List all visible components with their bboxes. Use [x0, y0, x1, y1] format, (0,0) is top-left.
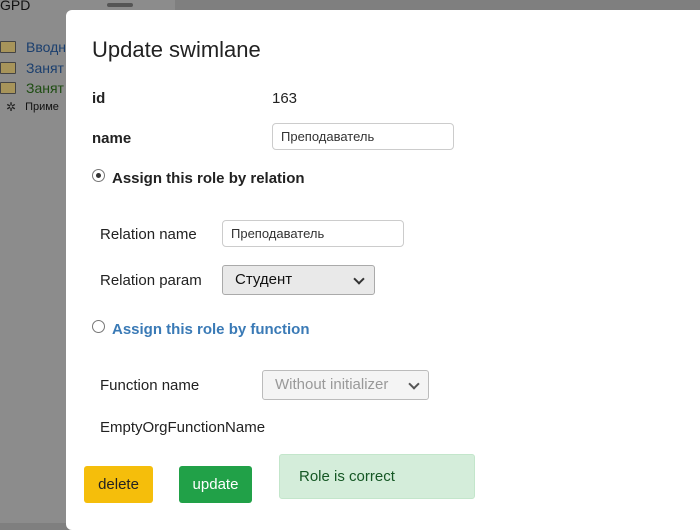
relation-param-select[interactable]: Студент [222, 265, 375, 295]
relation-param-value: Студент [235, 271, 293, 288]
gear-icon: ✲ [6, 100, 17, 114]
function-value-text: EmptyOrgFunctionName [100, 419, 266, 436]
relation-name-label: Relation name [100, 226, 197, 243]
app-title: GPD [0, 0, 31, 13]
relation-name-input[interactable]: Преподаватель [222, 220, 404, 247]
tree-item: ✲ Приме [6, 100, 59, 114]
drag-handle [107, 3, 133, 7]
relation-radio[interactable] [92, 169, 105, 182]
tree-item-label: Приме [25, 101, 59, 113]
relation-param-label: Relation param [100, 272, 202, 289]
chevron-down-icon [408, 378, 420, 390]
delete-button[interactable]: delete [84, 466, 153, 503]
tree-item: Занят [0, 60, 64, 76]
function-name-select[interactable]: Without initializer [262, 370, 429, 400]
tree-item: Занят [0, 80, 64, 96]
chevron-down-icon [353, 273, 365, 285]
function-radio-label[interactable]: Assign this role by function [112, 321, 310, 338]
function-radio[interactable] [92, 320, 105, 333]
folder-icon [0, 41, 16, 53]
function-name-value: Without initializer [275, 376, 389, 393]
status-message: Role is correct [279, 454, 475, 499]
folder-icon [0, 82, 16, 94]
id-label: id [92, 90, 106, 107]
tree-item-label: Занят [26, 60, 64, 76]
name-label: name [92, 130, 132, 147]
folder-icon [0, 62, 16, 74]
function-name-label: Function name [100, 377, 200, 394]
relation-radio-label[interactable]: Assign this role by relation [112, 170, 305, 187]
dialog-title: Update swimlane [92, 37, 261, 62]
update-button[interactable]: update [179, 466, 252, 503]
update-swimlane-dialog: Update swimlane id 163 name Преподавател… [66, 10, 700, 530]
tree-item-label: Вводн [26, 39, 66, 55]
name-input[interactable]: Преподаватель [272, 123, 454, 150]
tree-item: Вводн [0, 39, 66, 55]
id-value: 163 [272, 90, 298, 107]
tree-item-label: Занят [26, 80, 64, 96]
